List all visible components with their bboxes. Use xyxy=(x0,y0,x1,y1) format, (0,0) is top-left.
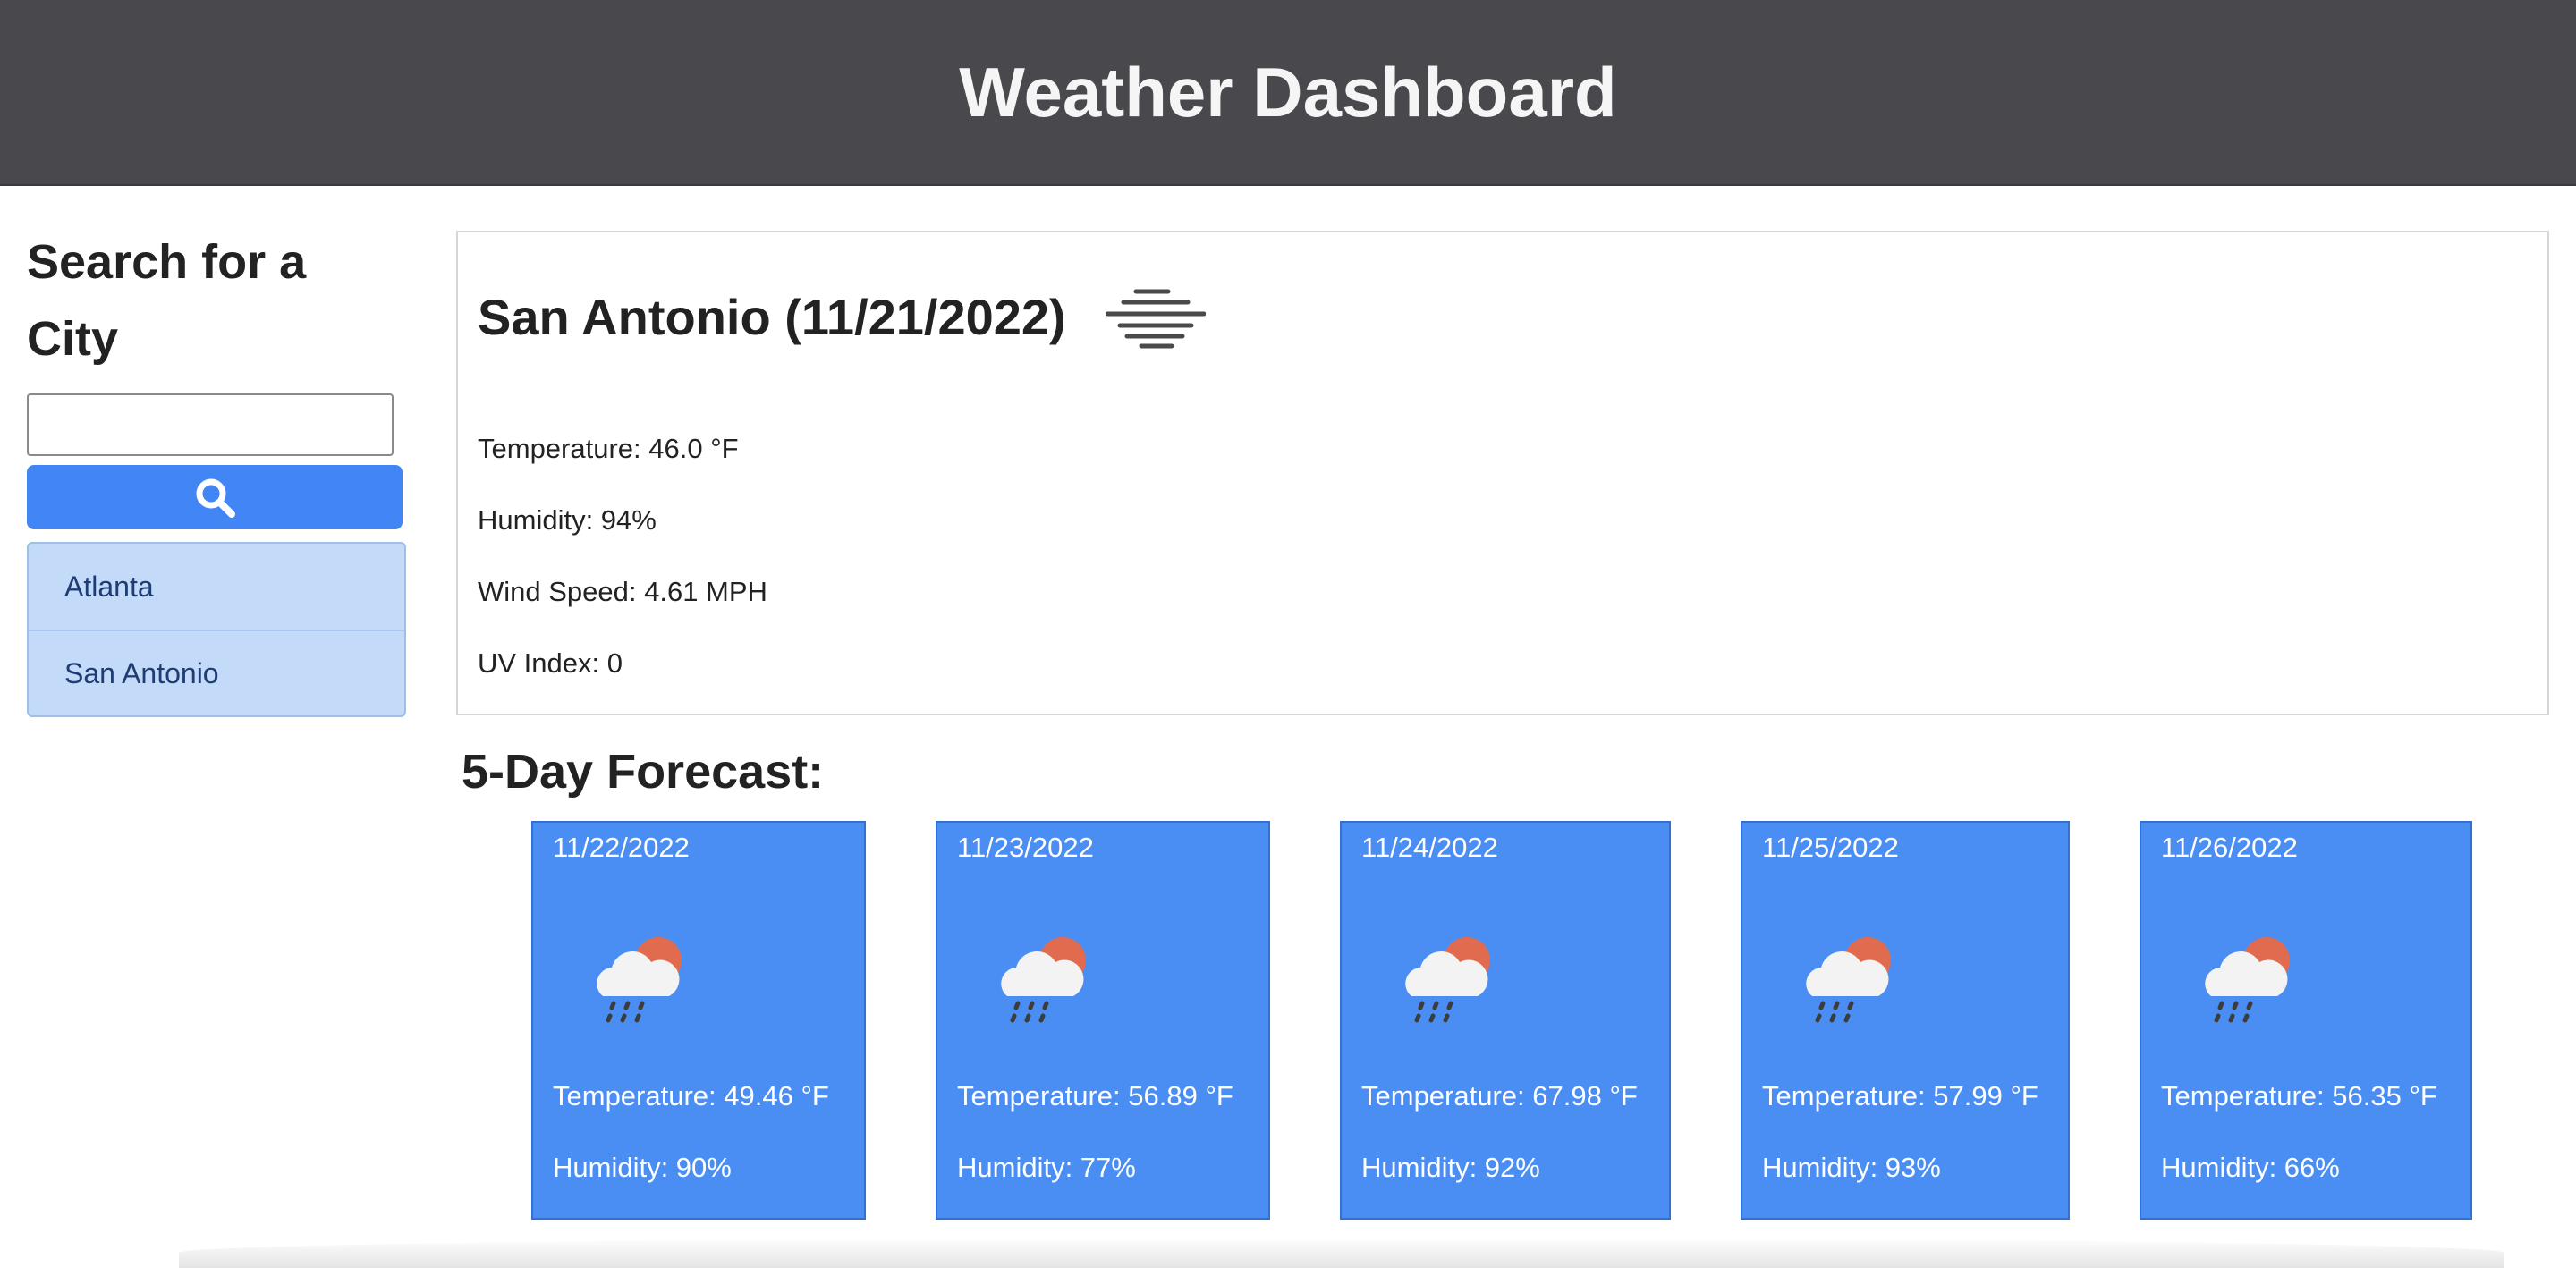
forecast-card: 11/26/2022 Temperature: 56.35 °F Humidit… xyxy=(2140,821,2472,1220)
forecast-date: 11/23/2022 xyxy=(957,832,1094,863)
city-search-input[interactable] xyxy=(27,393,394,456)
current-weather-panel: San Antonio (11/21/2022) Temperature: 46… xyxy=(456,231,2549,715)
forecast-card: 11/23/2022 Temperature: 56.89 °F Humidit… xyxy=(936,821,1270,1220)
mist-icon xyxy=(1105,289,1206,349)
search-history-list: Atlanta San Antonio xyxy=(27,542,406,717)
forecast-humidity: Humidity: 66% xyxy=(2161,1152,2340,1183)
page-title: Weather Dashboard xyxy=(959,52,1617,131)
current-humidity: Humidity: 94% xyxy=(478,504,657,536)
forecast-humidity: Humidity: 93% xyxy=(1762,1152,1941,1183)
current-temperature: Temperature: 46.0 °F xyxy=(478,433,739,464)
current-wind-speed: Wind Speed: 4.61 MPH xyxy=(478,576,767,607)
forecast-date: 11/24/2022 xyxy=(1361,832,1498,863)
rain-sun-icon xyxy=(2205,937,2290,1023)
forecast-date: 11/25/2022 xyxy=(1762,832,1899,863)
rain-sun-icon xyxy=(1405,937,1490,1023)
page-header: Weather Dashboard xyxy=(0,0,2576,186)
forecast-temperature: Temperature: 56.89 °F xyxy=(957,1080,1233,1112)
forecast-card: 11/25/2022 Temperature: 57.99 °F Humidit… xyxy=(1741,821,2070,1220)
search-icon xyxy=(196,478,235,518)
forecast-humidity: Humidity: 90% xyxy=(553,1152,732,1183)
current-city-heading: San Antonio (11/21/2022) xyxy=(478,284,1206,349)
forecast-temperature: Temperature: 49.46 °F xyxy=(553,1080,829,1112)
sidebar: Search for a City Atlanta San Antonio xyxy=(27,224,406,717)
forecast-card: 11/24/2022 Temperature: 67.98 °F Humidit… xyxy=(1340,821,1671,1220)
search-heading: Search for a City xyxy=(27,235,307,366)
rain-sun-icon xyxy=(597,937,682,1023)
forecast-heading: 5-Day Forecast: xyxy=(462,745,825,799)
forecast-card: 11/22/2022 Temperature: 49.46 °F Humidit… xyxy=(531,821,866,1220)
current-uv-index: UV Index: 0 xyxy=(478,647,623,679)
forecast-humidity: Humidity: 77% xyxy=(957,1152,1136,1183)
rain-sun-icon xyxy=(1001,937,1086,1023)
forecast-temperature: Temperature: 56.35 °F xyxy=(2161,1080,2437,1112)
history-item-atlanta[interactable]: Atlanta xyxy=(29,544,404,630)
window-shadow xyxy=(179,1238,2504,1268)
rain-sun-icon xyxy=(1806,937,1891,1023)
forecast-humidity: Humidity: 92% xyxy=(1361,1152,1540,1183)
forecast-date: 11/26/2022 xyxy=(2161,832,2298,863)
forecast-temperature: Temperature: 67.98 °F xyxy=(1361,1080,1638,1112)
search-button[interactable] xyxy=(27,465,402,529)
history-item-san-antonio[interactable]: San Antonio xyxy=(29,630,404,715)
forecast-date: 11/22/2022 xyxy=(553,832,690,863)
current-city-title: San Antonio (11/21/2022) xyxy=(478,288,1066,345)
forecast-temperature: Temperature: 57.99 °F xyxy=(1762,1080,2038,1112)
